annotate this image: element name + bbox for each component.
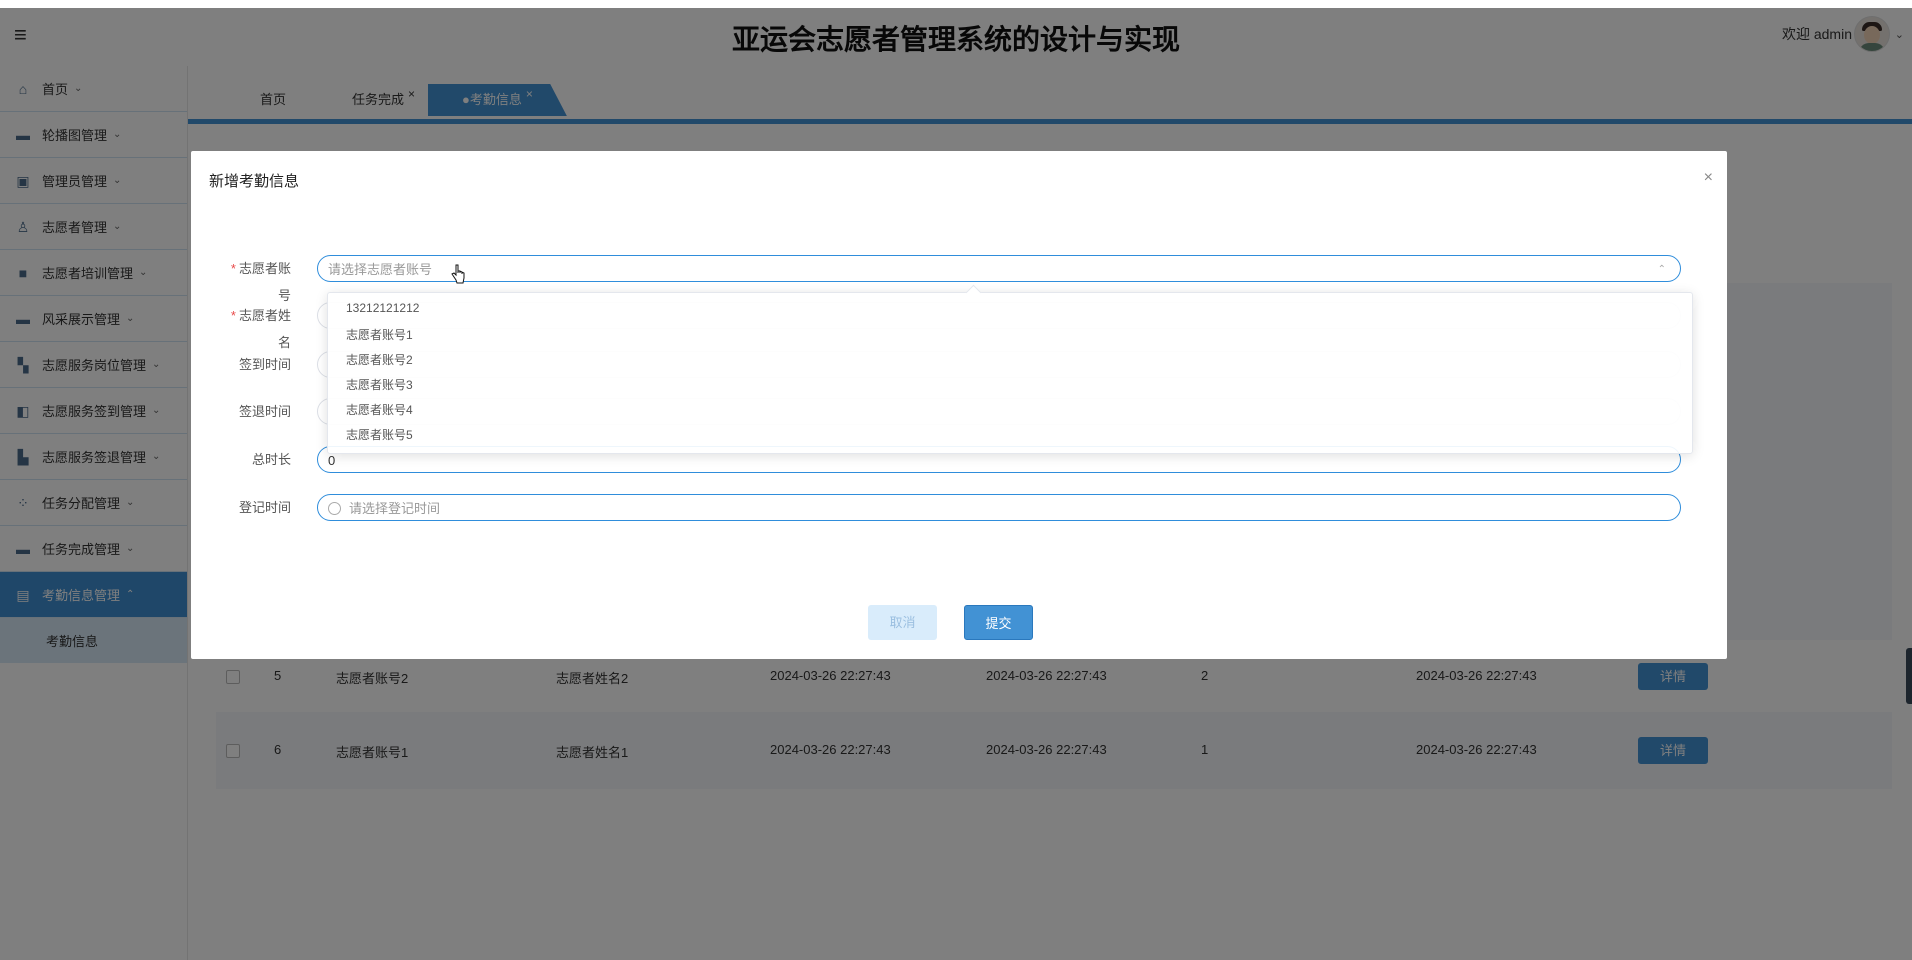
account-dropdown: 13212121212 志愿者账号1 志愿者账号2 志愿者账号3 志愿者账号4 …	[327, 284, 1693, 454]
dropdown-option[interactable]: 志愿者账号3	[346, 376, 413, 393]
dropdown-option[interactable]: 志愿者账号4	[346, 401, 413, 418]
chevron-up-icon: ⌃	[1657, 264, 1666, 275]
top-strip	[0, 0, 1912, 8]
dropdown-option[interactable]: 志愿者账号5	[346, 426, 413, 443]
dropdown-option[interactable]: 志愿者账号2	[346, 351, 413, 368]
add-attendance-dialog: 新增考勤信息 × * 志愿者账 号 请选择志愿者账号 ⌃ * 志愿者姓 名 签到时间…	[191, 151, 1727, 659]
register-time-placeholder: 请选择登记时间	[349, 501, 441, 516]
required-mark: *	[230, 261, 236, 276]
account-label: * 志愿者账	[221, 255, 291, 282]
close-icon[interactable]: ×	[1704, 169, 1713, 187]
duration-value: 0	[328, 453, 336, 468]
cancel-button[interactable]: 取消	[868, 605, 937, 640]
dialog-title: 新增考勤信息	[209, 173, 300, 190]
dropdown-option[interactable]: 志愿者账号1	[346, 326, 413, 343]
register-time-label: 登记时间	[238, 500, 291, 515]
clock-icon	[328, 502, 341, 515]
duration-label: 总时长	[251, 452, 291, 467]
volunteer-account-select[interactable]: 请选择志愿者账号 ⌃	[317, 255, 1681, 282]
submit-button[interactable]: 提交	[964, 605, 1033, 640]
account-label-text: 志愿者账	[238, 261, 291, 276]
hand-cursor-icon	[451, 264, 465, 284]
register-time-field[interactable]: 请选择登记时间	[317, 494, 1681, 521]
sign-out-label: 签退时间	[238, 404, 291, 419]
name-label-text: 志愿者姓	[238, 308, 291, 323]
account-placeholder: 请选择志愿者账号	[328, 262, 433, 277]
required-mark: *	[230, 308, 236, 323]
dropdown-arrow	[965, 284, 982, 301]
name-label: * 志愿者姓	[221, 302, 291, 329]
dropdown-option[interactable]: 13212121212	[346, 301, 419, 315]
sign-in-label: 签到时间	[238, 357, 291, 372]
